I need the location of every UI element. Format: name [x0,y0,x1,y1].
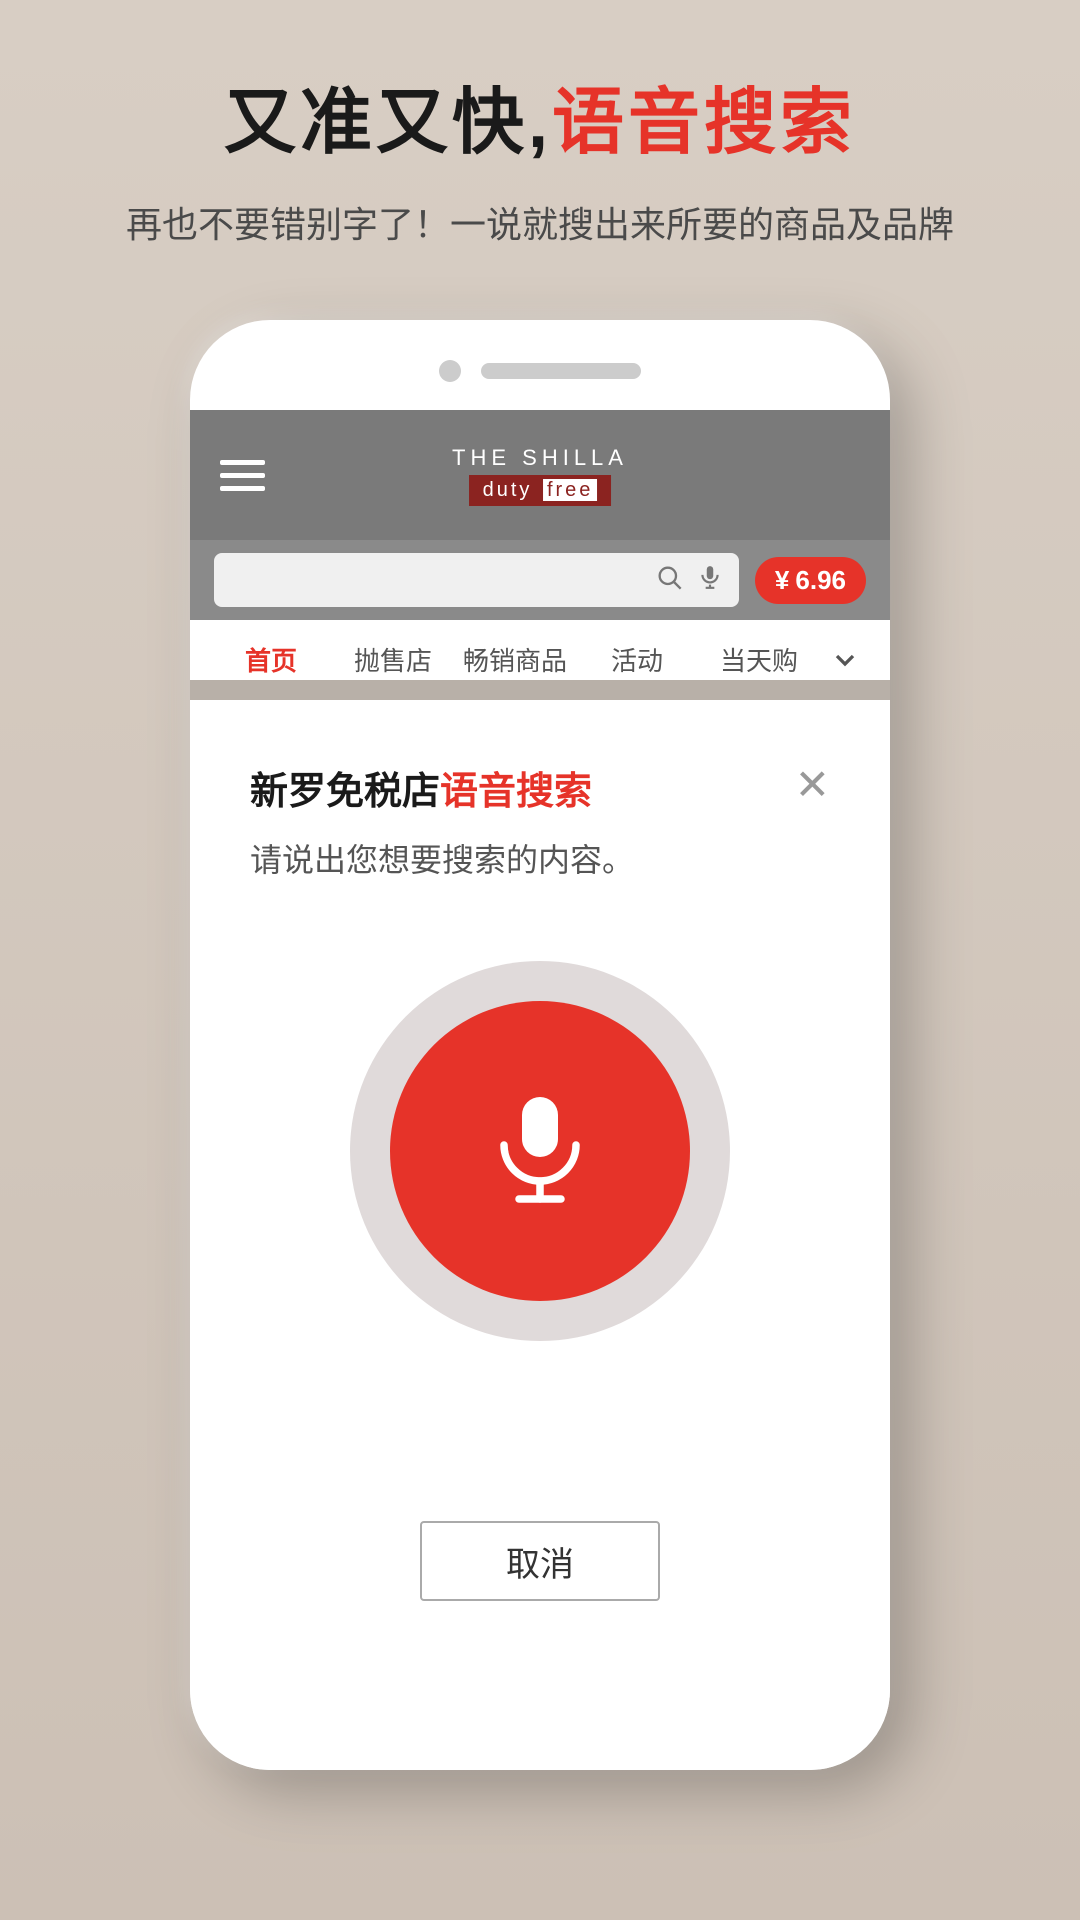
mic-outer-ring [350,961,730,1341]
search-input-area[interactable] [214,553,739,607]
top-section: 又准又快,语音搜索 再也不要错别字了！一说就搜出来所要的商品及品牌 [0,80,1080,248]
phone-camera [439,360,461,382]
app-gray-banner [190,680,890,700]
close-button[interactable]: ✕ [795,764,830,806]
logo-brand: THE SHILLA [452,445,628,471]
main-title: 又准又快,语音搜索 [0,80,1080,166]
hamburger-line-2 [220,473,265,478]
hamburger-line-1 [220,460,265,465]
search-mic-icon [697,564,723,597]
sub-title: 再也不要错别字了！一说就搜出来所要的商品及品牌 [0,196,1080,248]
free-text: free [543,479,597,501]
voice-modal-title-static: 新罗免税店 [250,771,440,813]
phone-top-bar [439,360,641,382]
nav-dropdown-button[interactable] [820,635,870,685]
phone-speaker [481,363,641,379]
phone-container: THE SHILLA duty free [190,320,890,1770]
cancel-button[interactable]: 取消 [420,1521,660,1601]
currency-symbol: ¥ [775,565,789,596]
app-header: THE SHILLA duty free [190,410,890,540]
search-bar: ¥ 6.96 [190,540,890,620]
search-icon [655,563,683,598]
mic-button[interactable] [390,1001,690,1301]
voice-modal-title-highlight: 语音搜索 [440,771,592,813]
cancel-label: 取消 [506,1537,574,1586]
duty-free-badge: duty free [469,475,612,506]
duty-text: duty [483,479,533,501]
hamburger-line-3 [220,486,265,491]
voice-modal-subtitle: 请说出您想要搜索的内容。 [190,835,890,881]
app-content: THE SHILLA duty free [190,410,890,1770]
logo-area: THE SHILLA duty free [452,445,628,506]
currency-value: 6.96 [795,565,846,596]
main-title-part1: 又准又快, [224,83,552,163]
voice-modal-header: 新罗免税店语音搜索 ✕ [190,760,890,815]
voice-modal-title: 新罗免税店语音搜索 [250,760,592,815]
microphone-icon [480,1091,600,1211]
currency-badge: ¥ 6.96 [755,557,866,604]
hamburger-menu-button[interactable] [220,460,265,491]
voice-modal: 新罗免税店语音搜索 ✕ 请说出您想要搜索的内容。 [190,700,890,1770]
phone-shell: THE SHILLA duty free [190,320,890,1770]
main-title-highlight: 语音搜索 [552,83,856,163]
